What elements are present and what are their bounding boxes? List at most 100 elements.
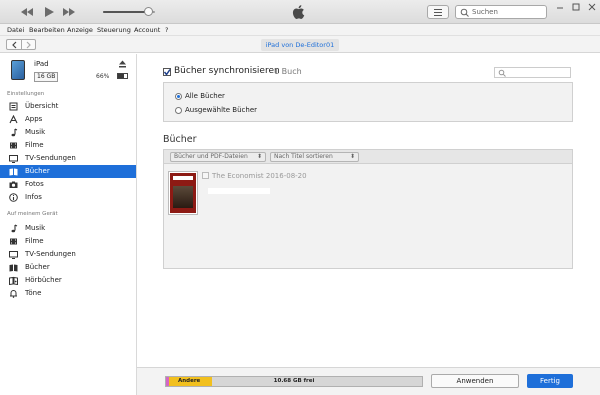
- eject-icon[interactable]: [118, 60, 127, 68]
- info-icon: [9, 193, 18, 202]
- title-bar: Suchen: [0, 0, 600, 24]
- menu-help[interactable]: ?: [165, 26, 168, 34]
- sync-count: 1 Buch: [274, 67, 302, 76]
- search-icon: [460, 8, 469, 17]
- sidebar-item-fotos[interactable]: Fotos: [0, 178, 136, 191]
- books-search-input[interactable]: [494, 67, 571, 78]
- device-item-bücher[interactable]: Bücher: [0, 261, 136, 274]
- back-arrow-icon[interactable]: [10, 41, 19, 49]
- device-item-filme[interactable]: Filme: [0, 235, 136, 248]
- sidebar-item-label: Apps: [25, 115, 43, 123]
- camera-icon: [9, 180, 18, 189]
- list-view-button[interactable]: [427, 5, 449, 19]
- book-icon: [9, 167, 18, 176]
- menu-bearbeiten[interactable]: Bearbeiten: [29, 26, 65, 34]
- sidebar-item-label: Filme: [25, 237, 44, 245]
- music-note-icon: [9, 224, 18, 233]
- sidebar-item-label: TV-Sendungen: [25, 250, 76, 258]
- capacity-free-label: 10.68 GB frei: [273, 378, 315, 384]
- search-icon: [498, 69, 506, 77]
- radio-button[interactable]: [175, 107, 182, 114]
- done-button[interactable]: Fertig: [527, 374, 573, 388]
- sidebar-item-label: Musik: [25, 224, 46, 232]
- audiobook-icon: [9, 276, 18, 286]
- minimize-icon[interactable]: [555, 2, 565, 12]
- menu-steuerung[interactable]: Steuerung: [97, 26, 131, 34]
- book-cover[interactable]: [168, 171, 198, 215]
- sidebar-item-übersicht[interactable]: Übersicht: [0, 100, 136, 113]
- tv-icon: [9, 250, 18, 259]
- sync-checkbox[interactable]: [163, 68, 171, 76]
- book-checkbox[interactable]: [202, 172, 209, 179]
- book-subtitle-blank: [208, 188, 270, 194]
- device-item-töne[interactable]: Töne: [0, 287, 136, 300]
- apply-button[interactable]: Anwenden: [431, 374, 519, 388]
- volume-slider[interactable]: [103, 7, 155, 16]
- books-heading: Bücher: [163, 134, 197, 145]
- summary-icon: [9, 102, 18, 111]
- sidebar-item-label: Bücher: [25, 263, 50, 271]
- sidebar-item-filme[interactable]: Filme: [0, 139, 136, 152]
- music-note-icon: [9, 128, 18, 137]
- sidebar-item-tv-sendungen[interactable]: TV-Sendungen: [0, 152, 136, 165]
- fast-forward-icon[interactable]: [62, 6, 76, 18]
- ipad-icon: [11, 60, 25, 80]
- nav-arrows: [6, 39, 36, 50]
- capacity-bar: Andere 10.68 GB frei: [165, 376, 423, 387]
- forward-arrow-icon[interactable]: [24, 41, 33, 49]
- device-item-tv-sendungen[interactable]: TV-Sendungen: [0, 248, 136, 261]
- maximize-icon[interactable]: [571, 2, 581, 12]
- sidebar-item-apps[interactable]: Apps: [0, 113, 136, 126]
- sync-label: Bücher synchronisieren: [174, 66, 280, 76]
- close-icon[interactable]: [587, 2, 597, 12]
- sidebar-item-bücher[interactable]: Bücher: [0, 165, 136, 178]
- search-placeholder: Suchen: [472, 8, 498, 16]
- main-content: Bücher synchronisieren 1 Buch Alle Büche…: [137, 54, 600, 395]
- sidebar-item-infos[interactable]: Infos: [0, 191, 136, 204]
- radio-button[interactable]: [175, 93, 182, 100]
- menu-anzeige[interactable]: Anzeige: [67, 26, 93, 34]
- search-input[interactable]: Suchen: [455, 5, 547, 19]
- filter-dropdown-label: Bücher und PDF-Dateien: [174, 153, 248, 160]
- tv-icon: [9, 154, 18, 163]
- nav-divider: [21, 40, 22, 49]
- battery-level: [118, 74, 124, 78]
- radio-dot: [177, 95, 180, 98]
- sidebar-item-musik[interactable]: Musik: [0, 126, 136, 139]
- menu-bar: Datei Bearbeiten Anzeige Steuerung Accou…: [0, 24, 600, 36]
- battery-icon: [117, 73, 128, 79]
- sidebar: iPad 16 GB 66% Einstellungen Auf meinem …: [0, 54, 137, 395]
- sidebar-item-label: Musik: [25, 128, 46, 136]
- book-title: The Economist 2016-08-20: [212, 172, 307, 180]
- sidebar-item-label: Filme: [25, 141, 44, 149]
- apps-icon: [9, 114, 18, 124]
- radio-selected-books-label: Ausgewählte Bücher: [185, 106, 258, 114]
- sidebar-item-label: Fotos: [25, 180, 44, 188]
- device-item-hörbücher[interactable]: Hörbücher: [0, 274, 136, 287]
- sidebar-item-label: TV-Sendungen: [25, 154, 76, 162]
- menu-datei[interactable]: Datei: [7, 26, 24, 34]
- film-icon: [9, 141, 18, 150]
- menu-account[interactable]: Account: [134, 26, 160, 34]
- volume-knob[interactable]: [143, 7, 153, 16]
- sort-dropdown[interactable]: Nach Titel sortieren ⬍: [270, 152, 359, 162]
- capacity-badge: 16 GB: [34, 72, 59, 82]
- bell-icon: [9, 289, 18, 298]
- rewind-icon[interactable]: [20, 6, 34, 18]
- books-panel: Bücher und PDF-Dateien ⬍ Nach Titel sort…: [163, 149, 573, 269]
- device-item-musik[interactable]: Musik: [0, 222, 136, 235]
- settings-header: Einstellungen: [7, 91, 45, 97]
- books-toolbar: Bücher und PDF-Dateien ⬍ Nach Titel sort…: [164, 150, 572, 164]
- volume-fill: [103, 11, 148, 13]
- chevron-updown-icon: ⬍: [256, 153, 262, 160]
- filter-dropdown[interactable]: Bücher und PDF-Dateien ⬍: [170, 152, 266, 162]
- play-icon[interactable]: [42, 6, 56, 18]
- sidebar-item-label: Töne: [25, 289, 42, 297]
- device-button[interactable]: iPad von De-Editor01: [261, 39, 339, 51]
- battery-percentage: 66%: [96, 73, 110, 80]
- chevron-updown-icon: ⬍: [349, 153, 355, 160]
- sidebar-item-label: Hörbücher: [25, 276, 62, 284]
- sync-options-panel: Alle Bücher Ausgewählte Bücher: [163, 82, 573, 122]
- book-icon: [9, 263, 18, 272]
- device-name: iPad: [34, 60, 49, 68]
